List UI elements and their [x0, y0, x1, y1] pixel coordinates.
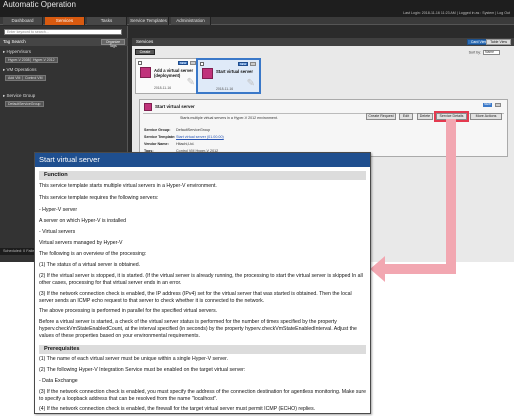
detail-row-service-group: Service Group: DefaultServiceGroup [144, 128, 211, 132]
tag-chip[interactable]: Add VM [5, 75, 24, 81]
tag-group-vm-operations[interactable]: ▸ VM Operations [3, 67, 37, 73]
detail-row-vendor: Vendor Name: Hitachi,Ltd. [144, 142, 195, 146]
doc-paragraph: Virtual servers managed by Hyper-V [39, 240, 123, 246]
doc-paragraph: (2) The following Hyper-V Integration Se… [39, 367, 246, 373]
service-card-selected[interactable]: NEW Start virtual server 2018-11-16 ✎ [196, 58, 261, 94]
new-badge: NEW [483, 102, 492, 107]
sort-by: Sort by: Name [469, 50, 500, 55]
tab-service-templates[interactable]: Service Templates [129, 17, 169, 25]
card-date: 2018-11-16 [154, 86, 172, 90]
doc-paragraph: Before a virtual server is started, a ch… [39, 319, 357, 340]
tag-group-hypervisors[interactable]: ▸ HyperVisors [3, 49, 31, 55]
delete-button[interactable]: Delete [417, 113, 433, 120]
card-date: 2018-11-16 [216, 87, 234, 91]
services-header: Services Card View Table View [132, 38, 514, 46]
service-template-icon [202, 68, 213, 79]
user-info: Last Login: 2018-11-16 11:23 AM | Logged… [403, 11, 510, 15]
card-title: Start virtual server [216, 69, 254, 74]
service-card[interactable]: NEW Add a virtual server (deployment) 20… [135, 58, 200, 94]
doc-paragraph: (1) The name of each virtual server must… [39, 356, 229, 362]
doc-paragraph: The following is an overview of the proc… [39, 251, 147, 257]
section-prerequisites: Prerequisites [39, 345, 366, 354]
tab-administration[interactable]: Administration [171, 17, 211, 25]
create-request-button[interactable]: Create Request [366, 113, 396, 120]
callout-arrow-shaft [446, 119, 456, 274]
section-function: Function [39, 171, 366, 180]
service-template-link[interactable]: Start virtual server (01.00.00) [176, 135, 224, 139]
doc-paragraph: This service template requires the follo… [39, 195, 159, 201]
doc-paragraph: - Hyper-V server [39, 207, 78, 213]
wrench-icon: ✎ [246, 78, 255, 89]
doc-paragraph: - Data Exchange [39, 378, 78, 384]
callout-arrow-shaft [384, 264, 456, 274]
doc-paragraph: (2) If the virtual server is stopped, it… [39, 273, 363, 287]
doc-paragraph: (4) If the network connection check is e… [39, 406, 316, 412]
service-details-window: Start virtual server Function This servi… [34, 152, 371, 414]
table-view-button[interactable]: Table View [486, 39, 511, 45]
app-title: Automatic Operation [0, 0, 514, 10]
tag-chip[interactable]: Hyper-V 2012 [30, 57, 58, 63]
edit-button[interactable]: Edit [399, 113, 413, 120]
tab-tasks[interactable]: Tasks [87, 17, 127, 25]
services-title: Services [136, 39, 154, 44]
wrench-icon: ✎ [186, 77, 195, 88]
tag-group-service-group[interactable]: ▸ Service Group [3, 93, 35, 99]
card-checkbox[interactable] [138, 61, 142, 65]
chevron-down-icon[interactable] [250, 62, 256, 66]
callout-arrow-head [370, 256, 385, 282]
tag-search-title: Tag Search [3, 39, 26, 44]
organize-tags-button[interactable]: Organize Tags [101, 39, 125, 48]
new-badge: NEW [178, 61, 188, 65]
doc-paragraph: (3) If the network connection check is e… [39, 389, 366, 403]
doc-paragraph: (1) The status of a virtual server is ob… [39, 262, 141, 268]
tag-chip[interactable]: DefaultServiceGroup [5, 101, 44, 107]
doc-paragraph: The above processing is performed in par… [39, 308, 218, 314]
doc-paragraph: A server on which Hyper-V is installed [39, 218, 127, 224]
chevron-down-icon[interactable] [495, 103, 501, 107]
service-template-icon [140, 67, 151, 78]
detail-row-service-template: Service Template:Start virtual server (0… [144, 135, 224, 139]
detail-description: Starts multiple virtual servers in a Hyp… [180, 116, 278, 120]
new-badge: NEW [238, 62, 248, 66]
tag-chip[interactable]: Control VM [22, 75, 46, 81]
doc-title: Start virtual server [35, 153, 370, 167]
detail-title: Start virtual server [155, 104, 195, 109]
tag-search-header: Tag Search Organize Tags [0, 38, 128, 48]
doc-paragraph: (3) If the network connection check is e… [39, 291, 352, 305]
tab-dashboard[interactable]: Dashboard [3, 17, 43, 25]
doc-paragraph: - Virtual servers [39, 229, 76, 235]
more-actions-button[interactable]: More Actions [470, 113, 502, 120]
tag-chip[interactable]: Hyper-V 2008 [5, 57, 33, 63]
search-input[interactable]: Enter keyword to search... [4, 29, 122, 35]
sort-select[interactable]: Name [483, 50, 500, 55]
main-nav: Dashboard Services Tasks Service Templat… [0, 17, 514, 25]
service-template-icon [144, 103, 152, 111]
tab-services[interactable]: Services [45, 17, 85, 25]
card-checkbox[interactable] [200, 62, 204, 66]
create-button[interactable]: Create [135, 49, 155, 55]
doc-paragraph: This service template starts multiple vi… [39, 183, 217, 189]
